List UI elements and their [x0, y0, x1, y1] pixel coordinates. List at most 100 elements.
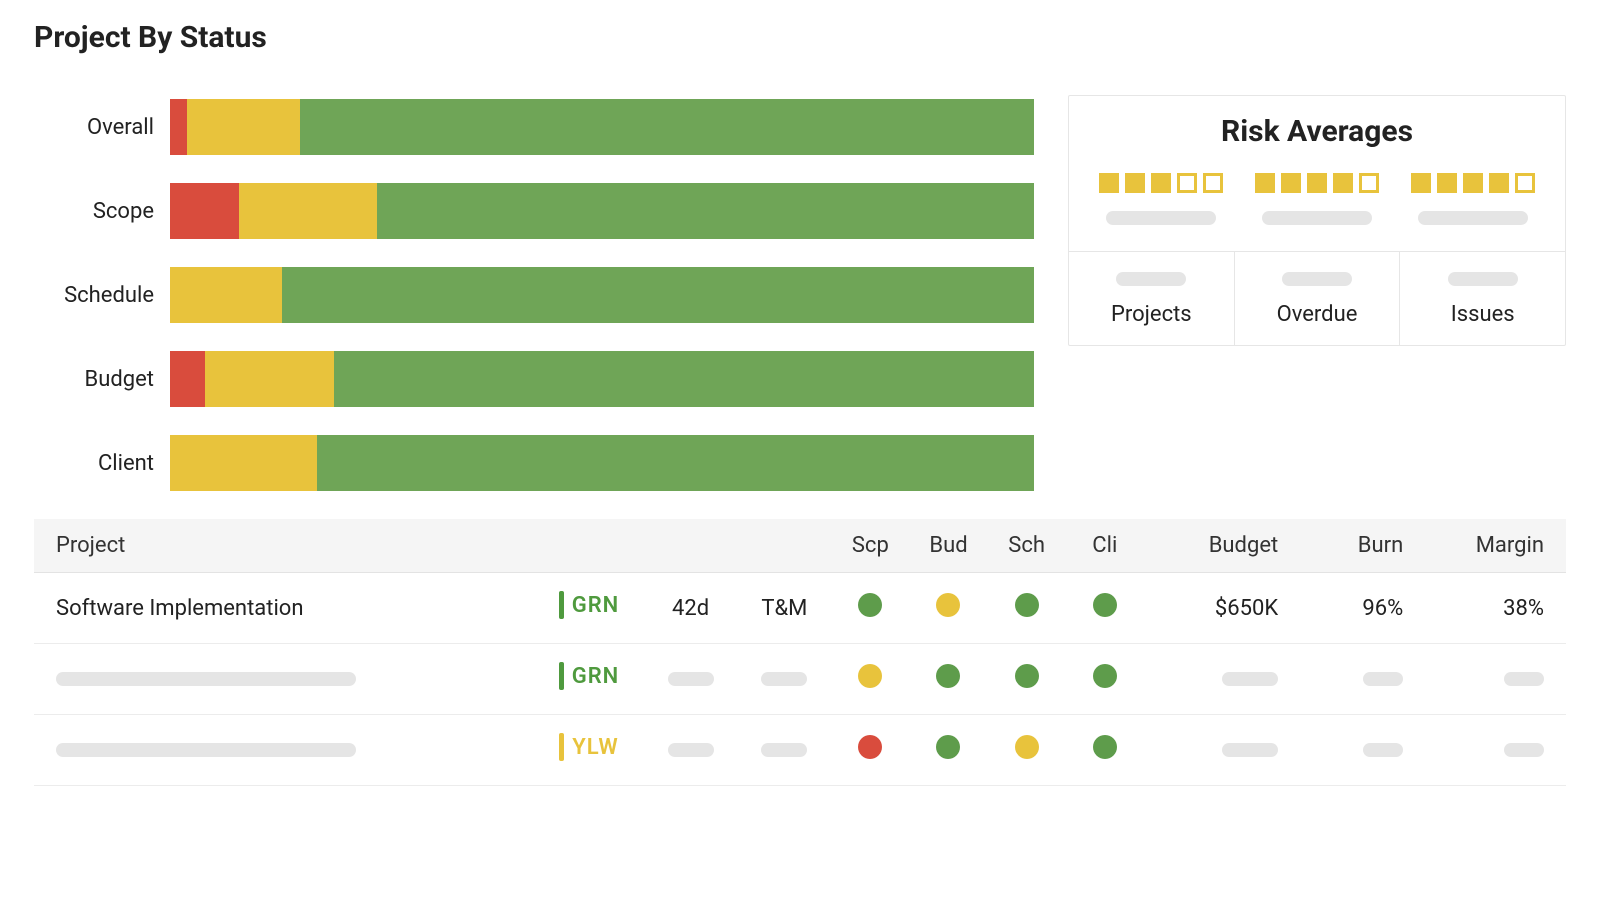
cell-type: [737, 715, 831, 786]
status-dot-icon: [936, 664, 960, 688]
rating-square-filled-icon: [1125, 173, 1145, 193]
status-bar-segment-green: [377, 183, 1034, 239]
cell-type: T&M: [737, 573, 831, 644]
table-row[interactable]: YLW: [34, 715, 1566, 786]
status-bar-label: Client: [34, 451, 154, 476]
placeholder: [1116, 272, 1186, 286]
cell-budget: [1144, 644, 1300, 715]
rating-square-filled-icon: [1307, 173, 1327, 193]
risk-summary-label: Issues: [1410, 302, 1555, 327]
risk-averages-card: Risk Averages Projects Overdue Issues: [1068, 95, 1566, 346]
placeholder: [761, 743, 807, 757]
cell-project-name: [34, 644, 534, 715]
col-cli[interactable]: Cli: [1066, 519, 1144, 573]
col-bud[interactable]: Bud: [909, 519, 987, 573]
cell-cli: [1066, 573, 1144, 644]
status-chip: YLW: [559, 733, 618, 761]
risk-rating-row: [1069, 173, 1565, 211]
cell-bud: [909, 644, 987, 715]
cell-burn: 96%: [1300, 573, 1425, 644]
status-dot-icon: [1015, 593, 1039, 617]
status-bar[interactable]: [170, 99, 1034, 155]
risk-summary-cell[interactable]: Issues: [1400, 252, 1565, 345]
rating-square-filled-icon: [1255, 173, 1275, 193]
status-dot-icon: [858, 664, 882, 688]
status-code: GRN: [572, 593, 620, 618]
status-bar-segment-green: [282, 267, 1034, 323]
cell-burn: [1300, 715, 1425, 786]
status-dot-icon: [936, 593, 960, 617]
placeholder: [1363, 743, 1403, 757]
cell-margin: [1425, 644, 1566, 715]
cell-bud: [909, 715, 987, 786]
risk-summary-cell[interactable]: Projects: [1069, 252, 1235, 345]
risk-summary-cell[interactable]: Overdue: [1235, 252, 1401, 345]
risk-rating-group: [1099, 173, 1223, 193]
risk-averages-title: Risk Averages: [1069, 114, 1565, 149]
cell-status: GRN: [534, 644, 643, 715]
status-bar-label: Budget: [34, 367, 154, 392]
projects-table: Project Scp Bud Sch Cli Budget Burn Marg…: [34, 519, 1566, 786]
status-bar-segment-yellow: [170, 435, 317, 491]
status-indicator-icon: [559, 662, 564, 690]
status-bar-segment-green: [300, 99, 1034, 155]
rating-square-empty-icon: [1203, 173, 1223, 193]
table-row[interactable]: GRN: [34, 644, 1566, 715]
cell-burn: [1300, 644, 1425, 715]
rating-square-empty-icon: [1359, 173, 1379, 193]
status-bar[interactable]: [170, 351, 1034, 407]
risk-placeholder-row: [1069, 211, 1565, 251]
table-header-row: Project Scp Bud Sch Cli Budget Burn Marg…: [34, 519, 1566, 573]
cell-bud: [909, 573, 987, 644]
col-sch[interactable]: Sch: [988, 519, 1066, 573]
cell-status: YLW: [534, 715, 643, 786]
status-indicator-icon: [559, 591, 564, 619]
status-bar-segment-yellow: [205, 351, 335, 407]
table-row[interactable]: Software Implementation GRN 42dT&M $650K96%…: [34, 573, 1566, 644]
placeholder: [1363, 672, 1403, 686]
status-bar-segment-green: [334, 351, 1034, 407]
col-scp[interactable]: Scp: [831, 519, 909, 573]
cell-age: [644, 644, 738, 715]
status-bar-label: Overall: [34, 115, 154, 140]
cell-sch: [988, 715, 1066, 786]
rating-square-filled-icon: [1333, 173, 1353, 193]
cell-budget: [1144, 715, 1300, 786]
col-project[interactable]: Project: [34, 519, 534, 573]
rating-square-filled-icon: [1437, 173, 1457, 193]
risk-summary-row: Projects Overdue Issues: [1069, 251, 1565, 345]
col-burn[interactable]: Burn: [1300, 519, 1425, 573]
placeholder: [56, 672, 356, 686]
placeholder: [1282, 272, 1352, 286]
status-bar-segment-yellow: [170, 267, 282, 323]
cell-margin: 38%: [1425, 573, 1566, 644]
status-bar-row: Client: [34, 435, 1034, 491]
status-bar[interactable]: [170, 435, 1034, 491]
rating-square-filled-icon: [1489, 173, 1509, 193]
cell-margin: [1425, 715, 1566, 786]
cell-budget: $650K: [1144, 573, 1300, 644]
cell-cli: [1066, 715, 1144, 786]
status-bar-row: Scope: [34, 183, 1034, 239]
status-dot-icon: [1015, 735, 1039, 759]
col-budget[interactable]: Budget: [1144, 519, 1300, 573]
cell-project-name: Software Implementation: [34, 573, 534, 644]
status-bar[interactable]: [170, 183, 1034, 239]
status-dot-icon: [1015, 664, 1039, 688]
status-code: GRN: [572, 664, 620, 689]
status-bar-row: Schedule: [34, 267, 1034, 323]
placeholder: [1504, 672, 1544, 686]
status-bar[interactable]: [170, 267, 1034, 323]
rating-square-filled-icon: [1099, 173, 1119, 193]
placeholder: [761, 672, 807, 686]
cell-age: 42d: [644, 573, 738, 644]
rating-square-empty-icon: [1515, 173, 1535, 193]
status-bar-row: Budget: [34, 351, 1034, 407]
status-dot-icon: [1093, 664, 1117, 688]
cell-project-name: [34, 715, 534, 786]
col-margin[interactable]: Margin: [1425, 519, 1566, 573]
status-bars-panel: Overall Scope Schedule Budget Client: [34, 95, 1034, 491]
status-dot-icon: [1093, 593, 1117, 617]
status-bar-segment-yellow: [187, 99, 299, 155]
risk-summary-label: Projects: [1079, 302, 1224, 327]
